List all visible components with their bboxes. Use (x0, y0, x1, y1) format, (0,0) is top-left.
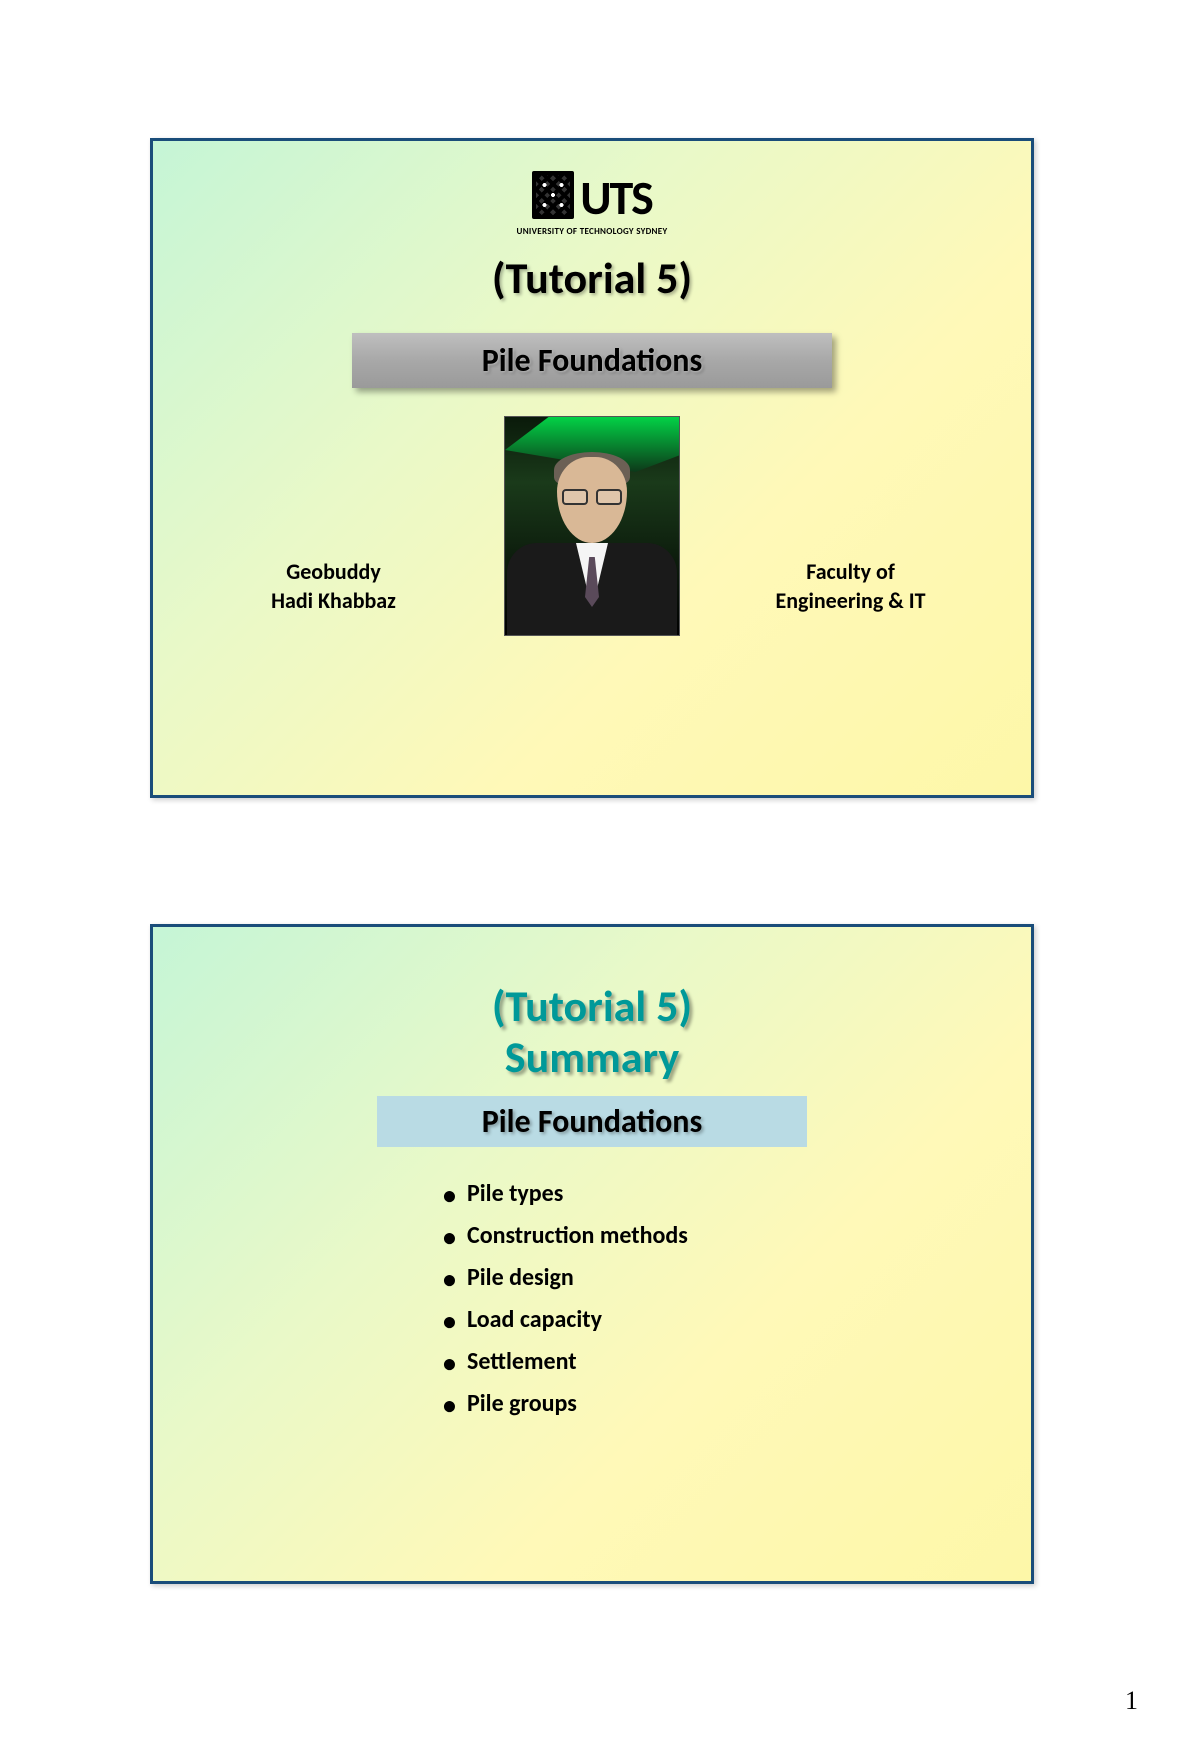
slide1-subject-bar: Pile Foundations (352, 333, 832, 388)
bullet-item: Pile groups (443, 1383, 1031, 1425)
presenter-photo (504, 416, 680, 636)
slide2-subject-bar: Pile Foundations (377, 1096, 807, 1147)
slide1-right-line1: Faculty of (806, 558, 895, 585)
slide2-title: (Tutorial 5) Summary (153, 981, 1031, 1082)
slide1-left-text: Geobuddy Hadi Khabbaz (193, 557, 474, 636)
bullet-item: Settlement (443, 1341, 1031, 1383)
slide2-title-line2: Summary (505, 1030, 679, 1084)
bullet-item: Pile types (443, 1173, 1031, 1215)
page-number: 1 (1125, 1686, 1138, 1716)
bullet-item: Construction methods (443, 1215, 1031, 1257)
uts-logo-row: UTS (532, 171, 652, 219)
slide1-right-line2: Engineering & IT (776, 587, 926, 614)
slide-1-title: UTS UNIVERSITY OF TECHNOLOGY SYDNEY (Tut… (150, 138, 1034, 798)
slide1-right-text: Faculty of Engineering & IT (710, 557, 991, 636)
slide1-left-line2: Hadi Khabbaz (271, 587, 396, 614)
uts-logo-block: UTS UNIVERSITY OF TECHNOLOGY SYDNEY (153, 171, 1031, 237)
slide2-title-line1: (Tutorial 5) (492, 979, 692, 1033)
uts-emblem-icon (532, 171, 574, 219)
slide1-title: (Tutorial 5) (153, 251, 1031, 305)
bullet-item: Pile design (443, 1257, 1031, 1299)
uts-logo-text: UTS (580, 178, 652, 219)
bullet-item: Load capacity (443, 1299, 1031, 1341)
slide2-bullet-list: Pile types Construction methods Pile des… (443, 1173, 1031, 1425)
slide1-left-line1: Geobuddy (286, 558, 381, 585)
slide1-info-row: Geobuddy Hadi Khabbaz Faculty of Enginee… (153, 416, 1031, 636)
slide-2-summary: (Tutorial 5) Summary Pile Foundations Pi… (150, 924, 1034, 1584)
uts-logo-subtext: UNIVERSITY OF TECHNOLOGY SYDNEY (153, 226, 1031, 237)
